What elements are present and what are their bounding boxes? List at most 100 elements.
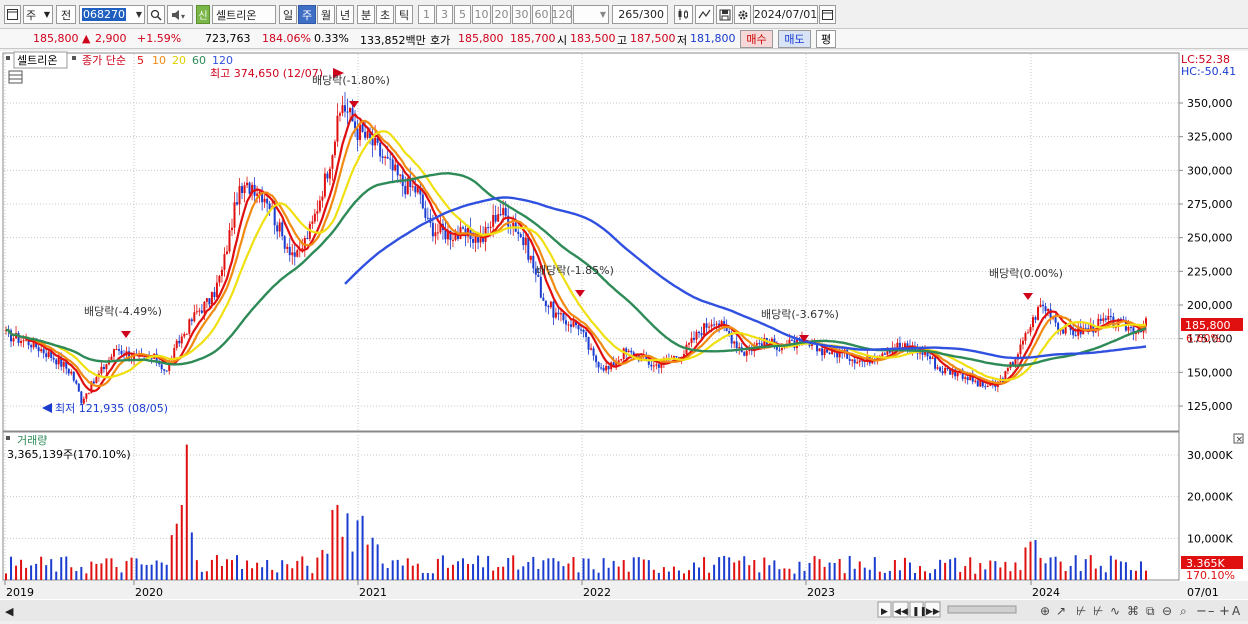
- volume-bar: [5, 573, 7, 580]
- volume-bar: [155, 560, 158, 580]
- candle-body: [572, 321, 575, 327]
- period-tick-button[interactable]: 틱: [395, 5, 413, 24]
- candle-body: [858, 360, 861, 363]
- minus-icon[interactable]: −: [1196, 604, 1207, 619]
- stock-code-input[interactable]: 068270 ▼: [79, 5, 145, 24]
- candle-type-icon[interactable]: [674, 5, 693, 24]
- gear-icon[interactable]: [734, 5, 751, 24]
- interval-custom-select[interactable]: ▼: [573, 5, 609, 24]
- current-price: 185,800: [33, 32, 79, 45]
- candle-body: [195, 311, 198, 313]
- volume-bar: [577, 572, 580, 580]
- period-day-button[interactable]: 일: [279, 5, 297, 24]
- candle-body: [489, 226, 492, 228]
- wave-tool-icon[interactable]: ∿: [1110, 604, 1120, 618]
- candle-body: [703, 323, 706, 336]
- chart-area[interactable]: 셀트리온 종가 단순 5 10 20 60 120 LC:52.38 HC:-5…: [0, 51, 1248, 621]
- market-select[interactable]: 주 ▼: [23, 5, 53, 24]
- interval-button[interactable]: 5: [454, 5, 471, 24]
- magnet-icon[interactable]: ⌘: [1127, 604, 1139, 618]
- interval-button[interactable]: 60: [532, 5, 551, 24]
- volume-bar: [979, 563, 982, 580]
- close-icon-glyph: ×: [1236, 435, 1244, 445]
- volume-bar: [964, 566, 967, 580]
- volume-bar: [607, 567, 610, 580]
- draw-tool-icon[interactable]: ↗: [1056, 604, 1066, 618]
- count-input[interactable]: 265 /300: [612, 5, 668, 24]
- candle-body: [296, 250, 299, 257]
- candle-body: [1062, 329, 1065, 334]
- interval-button[interactable]: 3: [436, 5, 453, 24]
- candle-body: [856, 362, 859, 364]
- zoom-out-icon[interactable]: ⊖: [1162, 604, 1172, 618]
- volume-bar: [949, 559, 952, 580]
- volume-bar: [356, 520, 359, 580]
- fib-tool-icon[interactable]: ⊬: [1093, 604, 1103, 618]
- copy-icon[interactable]: ⧉: [1146, 604, 1155, 618]
- period-minute-button[interactable]: 분: [357, 5, 375, 24]
- volume-ratio: 184.06%: [262, 32, 311, 45]
- search-icon[interactable]: [147, 5, 165, 24]
- scroll-left-icon[interactable]: ◀: [5, 605, 14, 618]
- volume-bar: [627, 571, 630, 580]
- sell-button[interactable]: 매도: [778, 30, 811, 48]
- speaker-icon[interactable]: ▾: [167, 5, 193, 24]
- interval-button[interactable]: 30: [512, 5, 531, 24]
- save-icon[interactable]: [716, 5, 733, 24]
- trend-tool-icon[interactable]: ⊬: [1076, 604, 1086, 618]
- plus-icon[interactable]: +: [1219, 604, 1230, 619]
- eval-button[interactable]: 평: [816, 30, 836, 48]
- volume-bar: [296, 560, 299, 580]
- interval-button[interactable]: 1: [418, 5, 435, 24]
- volume-bar: [472, 564, 475, 580]
- volume-bar: [170, 535, 173, 580]
- count-total: /300: [639, 8, 664, 21]
- stock-name-field[interactable]: 셀트리온: [212, 5, 276, 24]
- period-month-button[interactable]: 월: [317, 5, 335, 24]
- candle-body: [522, 237, 525, 246]
- interval-button[interactable]: 10: [472, 5, 491, 24]
- candle-body: [504, 208, 507, 216]
- date-input[interactable]: 2024/07/01: [753, 5, 818, 24]
- draw-line-icon[interactable]: [695, 5, 714, 24]
- prev-button[interactable]: 전: [56, 5, 76, 24]
- volume-bar: [994, 561, 997, 580]
- calendar-icon[interactable]: [819, 5, 836, 24]
- candle-body: [580, 329, 583, 331]
- volume-bar: [50, 559, 53, 580]
- volume-bar: [165, 564, 168, 580]
- candle-body: [220, 269, 223, 277]
- price-chart[interactable]: 셀트리온 종가 단순 5 10 20 60 120 LC:52.38 HC:-5…: [0, 51, 1248, 621]
- candle-body: [851, 359, 854, 361]
- interval-button[interactable]: 120: [552, 5, 573, 24]
- volume-bar: [512, 555, 515, 580]
- font-size-icon[interactable]: A: [1232, 604, 1241, 618]
- volume-bar: [637, 557, 640, 580]
- candle-body: [343, 105, 346, 112]
- candle-body: [1039, 304, 1042, 307]
- search-icon[interactable]: ⌕: [1180, 604, 1187, 618]
- window-menu-icon[interactable]: [4, 5, 21, 24]
- period-second-button[interactable]: 초: [376, 5, 394, 24]
- crosshair-icon[interactable]: ⊕: [1040, 604, 1050, 618]
- candle-body: [517, 231, 520, 234]
- volume-bar: [311, 573, 314, 580]
- candle-body: [47, 351, 50, 357]
- volume-bar: [542, 560, 545, 580]
- volume-bar: [1029, 541, 1032, 580]
- interval-button[interactable]: 20: [492, 5, 511, 24]
- volume-bar: [813, 556, 816, 580]
- volume-bar: [773, 560, 776, 580]
- table-icon[interactable]: [8, 70, 23, 84]
- scroll-thumb[interactable]: [947, 605, 1017, 614]
- candle-body: [625, 348, 628, 353]
- volume-bar: [95, 563, 98, 580]
- period-year-button[interactable]: 년: [336, 5, 354, 24]
- candle-body: [190, 319, 193, 322]
- period-week-button[interactable]: 주: [298, 5, 316, 24]
- candle-body: [70, 371, 73, 374]
- buy-button[interactable]: 매수: [740, 30, 773, 48]
- candle-body: [592, 348, 595, 356]
- dash-icon[interactable]: –: [1208, 604, 1215, 619]
- legend-bullet: [72, 56, 76, 60]
